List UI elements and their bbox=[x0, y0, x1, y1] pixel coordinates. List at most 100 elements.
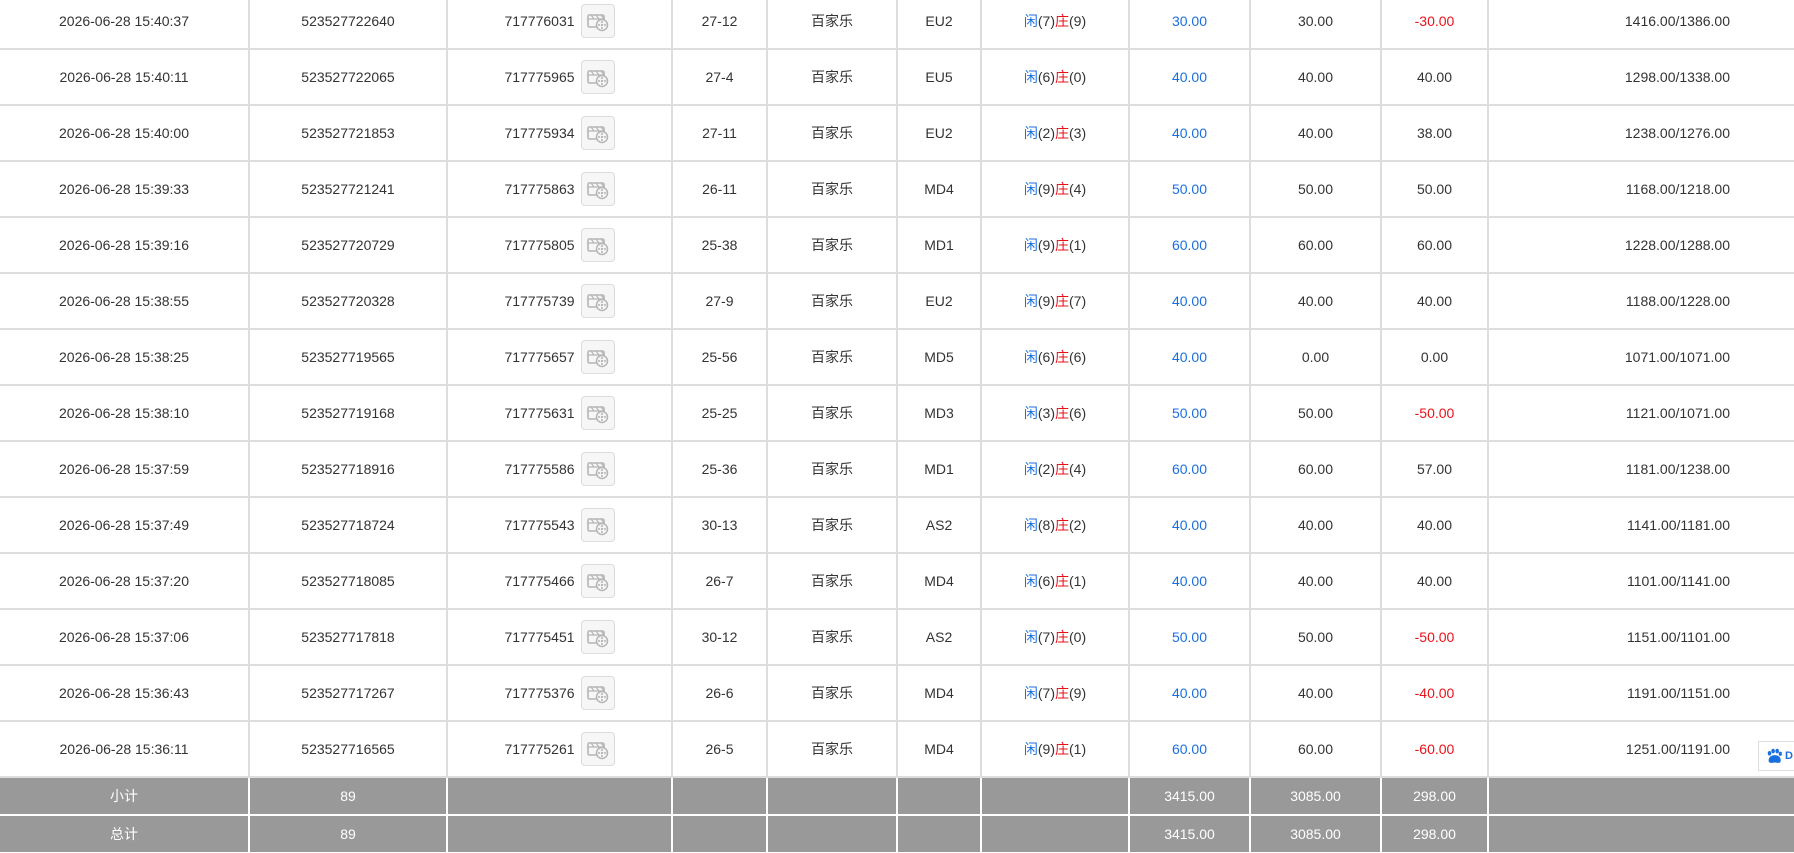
bet-amount: 60.00 bbox=[1129, 217, 1251, 274]
bet-amount: 40.00 bbox=[1129, 105, 1251, 162]
banker-value: (0) bbox=[1069, 629, 1087, 645]
table-code: EU2 bbox=[897, 273, 982, 330]
round-id-cell: 717775657 bbox=[447, 329, 673, 386]
balance: 1168.00/1218.00 bbox=[1488, 161, 1794, 218]
summary-empty-cell bbox=[672, 815, 768, 853]
player-label: 闲 bbox=[1023, 181, 1038, 197]
banker-label: 庄 bbox=[1055, 293, 1069, 309]
win-loss: -60.00 bbox=[1381, 721, 1489, 778]
replay-video-button[interactable] bbox=[580, 172, 615, 206]
win-loss: 38.00 bbox=[1381, 105, 1489, 162]
bet-time: 2026-06-28 15:37:49 bbox=[0, 497, 250, 554]
replay-video-button[interactable] bbox=[580, 452, 615, 486]
valid-bet: 0.00 bbox=[1250, 329, 1382, 386]
banker-label: 庄 bbox=[1055, 181, 1069, 197]
win-loss: 0.00 bbox=[1381, 329, 1489, 386]
table-code: MD1 bbox=[897, 217, 982, 274]
summary-empty-cell bbox=[447, 777, 673, 816]
replay-video-button[interactable] bbox=[580, 396, 615, 430]
game-result: 闲(9)庄(7) bbox=[981, 273, 1130, 330]
shoe-number: 26-6 bbox=[672, 665, 768, 722]
shoe-number: 30-13 bbox=[672, 497, 768, 554]
game-name: 百家乐 bbox=[767, 329, 898, 386]
replay-video-button[interactable] bbox=[580, 116, 615, 150]
game-name: 百家乐 bbox=[767, 441, 898, 498]
table-row: 2026-06-28 15:37:06 523527717818 717775451… bbox=[0, 609, 1794, 666]
player-label: 闲 bbox=[1023, 237, 1038, 253]
film-reel-icon bbox=[586, 238, 608, 256]
replay-video-button[interactable] bbox=[580, 60, 615, 94]
film-reel-icon bbox=[586, 406, 608, 424]
player-value: (2) bbox=[1037, 125, 1055, 141]
win-loss: 40.00 bbox=[1381, 497, 1489, 554]
player-value: (7) bbox=[1037, 629, 1055, 645]
summary-label: 小计 bbox=[0, 777, 250, 816]
balance: 1228.00/1288.00 bbox=[1488, 217, 1794, 274]
win-loss: 50.00 bbox=[1381, 161, 1489, 218]
replay-video-button[interactable] bbox=[580, 620, 615, 654]
balance: 1191.00/1151.00 bbox=[1488, 665, 1794, 722]
bet-time: 2026-06-28 15:36:43 bbox=[0, 665, 250, 722]
round-id-wrap: 717775631 bbox=[504, 396, 615, 430]
round-id-cell: 717775376 bbox=[447, 665, 673, 722]
shoe-number: 27-9 bbox=[672, 273, 768, 330]
round-id-wrap: 717775657 bbox=[504, 340, 615, 374]
win-loss: 60.00 bbox=[1381, 217, 1489, 274]
replay-video-button[interactable] bbox=[580, 4, 615, 38]
bet-amount: 60.00 bbox=[1129, 721, 1251, 778]
bet-amount: 40.00 bbox=[1129, 329, 1251, 386]
table-code: AS2 bbox=[897, 609, 982, 666]
film-reel-icon bbox=[586, 182, 608, 200]
banker-value: (7) bbox=[1069, 293, 1087, 309]
bet-id: 523527718916 bbox=[249, 441, 448, 498]
valid-bet: 40.00 bbox=[1250, 665, 1382, 722]
summary-label: 总计 bbox=[0, 815, 250, 853]
game-result: 闲(6)庄(0) bbox=[981, 49, 1130, 106]
summary-bet-amount: 3415.00 bbox=[1129, 777, 1251, 816]
replay-video-button[interactable] bbox=[580, 340, 615, 374]
round-id: 717775451 bbox=[504, 629, 575, 645]
replay-video-button[interactable] bbox=[580, 228, 615, 262]
bet-amount: 30.00 bbox=[1129, 0, 1251, 50]
replay-video-button[interactable] bbox=[580, 676, 615, 710]
summary-count: 89 bbox=[249, 777, 448, 816]
round-id-wrap: 717775739 bbox=[504, 284, 615, 318]
player-label: 闲 bbox=[1023, 741, 1038, 757]
table-row: 2026-06-28 15:37:59 523527718916 717775586… bbox=[0, 441, 1794, 498]
replay-video-button[interactable] bbox=[580, 564, 615, 598]
round-id-wrap: 717775451 bbox=[504, 620, 615, 654]
summary-empty-cell bbox=[1488, 777, 1794, 816]
player-value: (8) bbox=[1037, 517, 1055, 533]
shoe-number: 25-56 bbox=[672, 329, 768, 386]
round-id: 717775631 bbox=[504, 405, 575, 421]
banker-value: (1) bbox=[1069, 573, 1087, 589]
round-id: 717775586 bbox=[504, 461, 575, 477]
table-code: EU5 bbox=[897, 49, 982, 106]
banker-label: 庄 bbox=[1055, 741, 1069, 757]
bet-id: 523527719168 bbox=[249, 385, 448, 442]
bet-time: 2026-06-28 15:37:20 bbox=[0, 553, 250, 610]
balance: 1238.00/1276.00 bbox=[1488, 105, 1794, 162]
film-reel-icon bbox=[586, 462, 608, 480]
summary-empty-cell bbox=[767, 777, 898, 816]
banker-label: 庄 bbox=[1055, 13, 1069, 29]
summary-empty-cell bbox=[897, 777, 982, 816]
win-loss: 40.00 bbox=[1381, 553, 1489, 610]
table-code: MD1 bbox=[897, 441, 982, 498]
balance: 1121.00/1071.00 bbox=[1488, 385, 1794, 442]
banker-value: (0) bbox=[1069, 69, 1087, 85]
replay-video-button[interactable] bbox=[580, 508, 615, 542]
win-loss: 40.00 bbox=[1381, 49, 1489, 106]
shoe-number: 30-12 bbox=[672, 609, 768, 666]
replay-video-button[interactable] bbox=[580, 732, 615, 766]
side-widget-button[interactable]: D bbox=[1758, 741, 1794, 771]
summary-empty-cell bbox=[981, 777, 1130, 816]
bet-id: 523527718724 bbox=[249, 497, 448, 554]
bet-time: 2026-06-28 15:37:06 bbox=[0, 609, 250, 666]
round-id-cell: 717775543 bbox=[447, 497, 673, 554]
replay-video-button[interactable] bbox=[580, 284, 615, 318]
table-code: MD4 bbox=[897, 665, 982, 722]
game-result: 闲(6)庄(1) bbox=[981, 553, 1130, 610]
player-label: 闲 bbox=[1023, 69, 1038, 85]
bet-id: 523527719565 bbox=[249, 329, 448, 386]
